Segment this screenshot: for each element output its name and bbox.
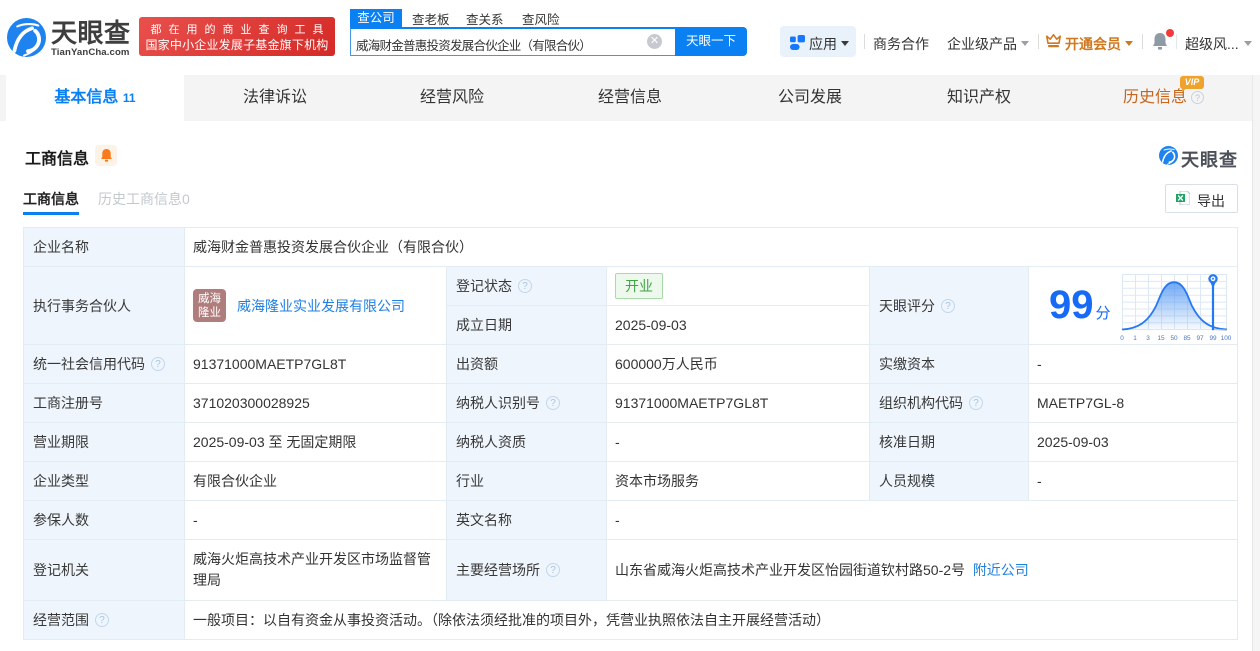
svg-text:3: 3 [1146, 335, 1150, 342]
svg-text:1: 1 [1133, 335, 1137, 342]
svg-text:100: 100 [1220, 335, 1231, 342]
svg-text:85: 85 [1183, 335, 1191, 342]
svg-text:50: 50 [1170, 335, 1178, 342]
svg-text:0: 0 [1120, 335, 1124, 342]
svg-text:15: 15 [1157, 335, 1165, 342]
svg-text:99: 99 [1209, 335, 1217, 342]
svg-text:97: 97 [1196, 335, 1204, 342]
